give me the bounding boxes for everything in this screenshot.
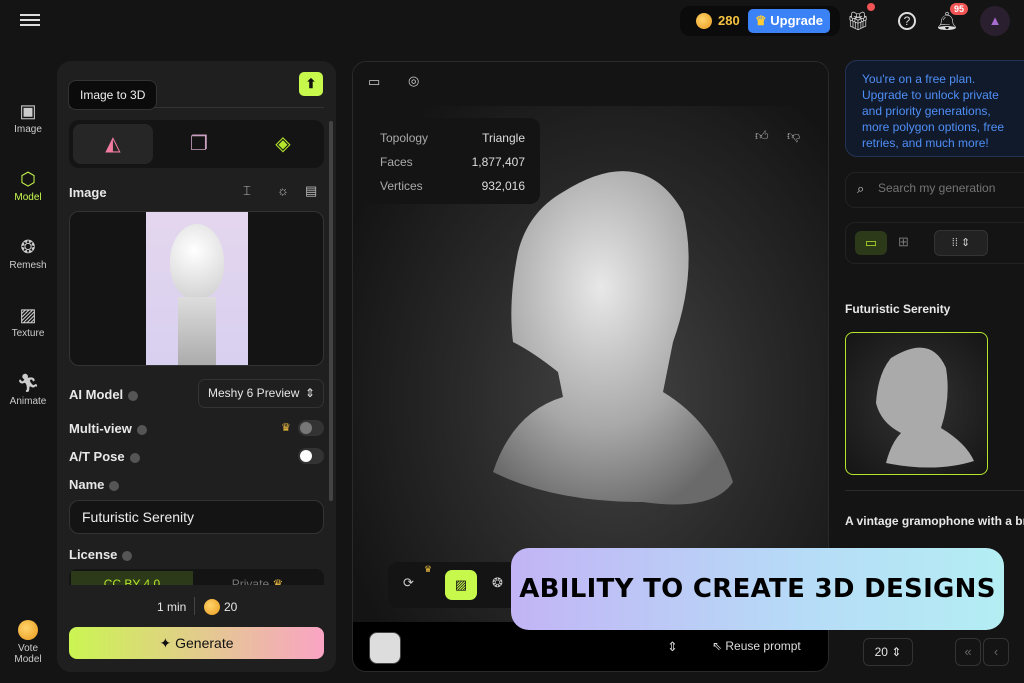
- gift-dot: [867, 3, 875, 11]
- prev-page-button[interactable]: ‹: [983, 638, 1009, 666]
- view-controls: ▭ ⊞ ⁞⁞ ⇕: [845, 222, 1024, 264]
- menu-icon[interactable]: [20, 11, 40, 31]
- book-icon[interactable]: ▤: [305, 183, 317, 199]
- crop-icon[interactable]: ⌶: [243, 183, 251, 199]
- expand-icon[interactable]: ⇕: [667, 639, 678, 655]
- cost-coin-icon: [204, 599, 220, 615]
- monitor-icon[interactable]: ▭: [368, 74, 380, 90]
- credits-count: 280: [718, 13, 740, 28]
- rail-item-animate[interactable]: 🏃︎ Animate: [0, 370, 56, 430]
- page-size-select[interactable]: 20 ⇕: [863, 638, 913, 666]
- vote-label: Vote: [17, 643, 39, 654]
- tooltip: Image to 3D: [68, 80, 158, 110]
- search-input[interactable]: [878, 181, 1024, 195]
- tab-text-to-3d[interactable]: ◈: [243, 124, 323, 164]
- multiview-label: Multi-view: [69, 421, 147, 436]
- image-ai-icon: ▣: [19, 101, 37, 121]
- rail-label: Image: [14, 124, 42, 135]
- cube-icon: ⬡: [20, 169, 36, 189]
- name-label: Name: [69, 477, 120, 492]
- search-box[interactable]: ⌕: [845, 172, 1024, 208]
- vote-model-button[interactable]: Vote Model: [0, 620, 56, 665]
- thumbs-up-icon[interactable]: 👍︎: [755, 128, 769, 144]
- density-select[interactable]: ⁞⁞ ⇕: [934, 230, 988, 256]
- model-thumb: [876, 347, 974, 468]
- viewer-toolbar: [353, 62, 828, 106]
- generation-thumbnail[interactable]: [845, 332, 988, 475]
- remesh-icon: ❂: [20, 237, 36, 257]
- rail-item-remesh[interactable]: ❂ Remesh: [0, 234, 56, 294]
- time-estimate: 1 min: [157, 600, 187, 614]
- notification-badge: 95: [950, 3, 969, 15]
- promo-banner: ABILITY TO CREATE 3D DESIGNS: [511, 548, 1004, 630]
- texture-icon: ▨: [19, 305, 37, 325]
- side-rail: ▣ Image ⬡ Model ❂ Remesh ▨ Texture 🏃︎ Animate: [0, 90, 56, 430]
- bulb-icon[interactable]: ☼: [277, 183, 289, 198]
- crown-icon: ♛: [424, 564, 433, 574]
- free-plan-notice: You're on a free plan. Upgrade to unlock…: [845, 60, 1024, 157]
- vote-coin-icon: [18, 620, 38, 640]
- upgrade-label: Upgrade: [770, 13, 823, 28]
- rail-label: Texture: [11, 328, 45, 339]
- upgrade-button[interactable]: ♛ Upgrade: [748, 9, 830, 33]
- multiview-toggle[interactable]: [298, 420, 324, 436]
- tab-multi-image[interactable]: ❐: [159, 124, 239, 164]
- rail-label: Animate: [9, 396, 47, 407]
- rotate-icon[interactable]: ⟳: [403, 575, 414, 591]
- image-dropzone[interactable]: [69, 211, 324, 366]
- crown-icon: ♛: [754, 13, 767, 28]
- credit-coin-icon: [696, 13, 712, 29]
- gift-icon[interactable]: 🎁︎: [846, 9, 870, 33]
- upload-icon[interactable]: ⬆: [299, 72, 323, 96]
- 3d-model-bust: [493, 171, 733, 505]
- run-icon: 🏃︎: [16, 373, 40, 393]
- source-thumbnail[interactable]: [369, 632, 401, 664]
- thumbs-down-icon[interactable]: 👎︎: [787, 128, 800, 144]
- image-label: Image: [69, 185, 107, 200]
- sparkle-icon: ✦: [159, 635, 172, 651]
- license-label: License: [69, 547, 133, 562]
- panel-scrollbar[interactable]: [329, 121, 333, 501]
- first-page-button[interactable]: «: [955, 638, 981, 666]
- generation-title: Futuristic Serenity: [845, 302, 951, 316]
- generation-title-2: A vintage gramophone with a bra: [845, 514, 1024, 528]
- crown-icon: ♛: [281, 422, 291, 434]
- reuse-prompt-button[interactable]: ⇖ Reuse prompt: [712, 639, 801, 653]
- rail-label: Model: [14, 192, 42, 203]
- pose-label: A/T Pose: [69, 449, 140, 464]
- help-icon[interactable]: ?: [898, 12, 916, 30]
- generate-panel: ⬆ ◭ ❐ ◈ Image ⌶ ☼ ▤ AI Model Meshy 6 Pre…: [57, 61, 336, 672]
- globe-icon[interactable]: ◎: [408, 73, 419, 89]
- mode-tabs: ◭ ❐ ◈: [69, 120, 324, 168]
- search-icon: ⌕: [857, 181, 865, 196]
- generate-button[interactable]: ✦ Generate: [69, 627, 324, 659]
- wireframe-icon[interactable]: ❂: [492, 575, 503, 591]
- uploaded-image: [146, 212, 248, 365]
- name-input[interactable]: [69, 500, 324, 534]
- rail-item-texture[interactable]: ▨ Texture: [0, 302, 56, 362]
- grid-view-icon[interactable]: ⊞: [898, 234, 909, 250]
- ai-model-label: AI Model: [69, 387, 139, 402]
- vote-label-2: Model: [14, 654, 42, 665]
- cost-value: 20: [224, 600, 238, 614]
- rail-item-image[interactable]: ▣ Image: [0, 98, 56, 158]
- texture-mode-button[interactable]: ▨: [445, 570, 477, 600]
- rail-item-model[interactable]: ⬡ Model: [0, 166, 56, 226]
- avatar[interactable]: ▲: [980, 6, 1010, 36]
- tab-image-to-3d[interactable]: ◭: [73, 124, 153, 164]
- rail-label: Remesh: [9, 260, 47, 271]
- folder-view-icon[interactable]: ▭: [855, 231, 887, 255]
- ai-model-select[interactable]: Meshy 6 Preview ⇕: [198, 379, 324, 408]
- pose-toggle[interactable]: [298, 448, 324, 464]
